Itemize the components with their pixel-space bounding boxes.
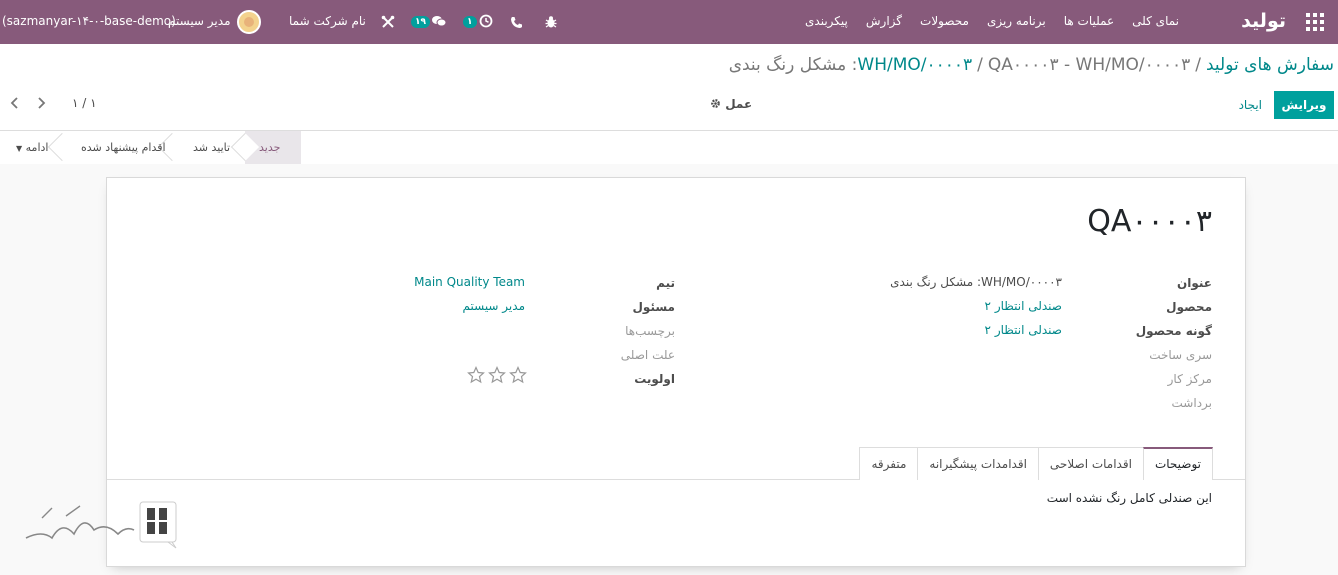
caret-down-icon: ▼ <box>16 144 23 153</box>
company-switcher[interactable]: نام شرکت شما <box>289 0 366 44</box>
apps-grid-icon[interactable] <box>1306 13 1324 31</box>
pager-prev-icon[interactable] <box>10 97 22 111</box>
field-label-product: محصول <box>1166 300 1212 314</box>
avatar[interactable] <box>237 0 261 44</box>
messaging-menu[interactable]: ۱۹ <box>411 0 447 44</box>
breadcrumb-root[interactable]: سفارش های تولید <box>1206 55 1334 75</box>
action-menu[interactable]: عمل <box>710 97 752 111</box>
menu-item-overview[interactable]: نمای کلی <box>1123 0 1188 44</box>
stage-more-label: ادامه <box>25 141 49 154</box>
breadcrumb-separator: / <box>1195 55 1201 75</box>
breadcrumb-parent[interactable]: WH/MO/۰۰۰۰۳ <box>857 55 972 75</box>
stage-action-proposed[interactable]: اقدام پیشنهاد شده <box>81 131 166 164</box>
notebook-tabs: توضیحات اقدامات اصلاحی اقدامدات پیشگیران… <box>859 447 1213 480</box>
field-label-responsible: مسئول <box>632 300 675 314</box>
field-value-team[interactable]: Main Quality Team <box>414 275 525 289</box>
stage-confirmed[interactable]: تایید شد <box>193 131 230 164</box>
status-bar: جدید تایید شد اقدام پیشنهاد شده ▼ ادامه <box>0 131 1338 164</box>
clock-icon <box>479 14 493 31</box>
create-button[interactable]: ایجاد <box>1239 91 1262 119</box>
phone-icon[interactable] <box>510 0 523 44</box>
field-label-lot: سری ساخت <box>1149 348 1212 362</box>
top-navbar: تولید نمای کلی عملیات ها برنامه ریزی محص… <box>0 0 1338 44</box>
field-value-product-variant[interactable]: صندلی انتظار ۲ <box>985 323 1062 337</box>
field-label-workcenter: مرکز کار <box>1167 372 1212 386</box>
stage-arrow <box>47 132 77 162</box>
stage-more-dropdown[interactable]: ▼ ادامه <box>16 131 48 164</box>
menu-item-configuration[interactable]: پیکربندی <box>796 0 857 44</box>
edit-button[interactable]: ویرایش <box>1274 91 1334 119</box>
tab-description[interactable]: توضیحات <box>1142 447 1213 480</box>
field-label-priority: اولویت <box>634 372 675 386</box>
watermark-logo-icon <box>22 500 182 550</box>
user-avatar-icon <box>237 10 261 34</box>
field-value-product[interactable]: صندلی انتظار ۲ <box>985 299 1062 313</box>
breadcrumb: سفارش های تولید/WH/MO/۰۰۰۰۳/QA۰۰۰۰۳ - WH… <box>729 55 1334 75</box>
tab-preventive-actions[interactable]: اقدامدات پیشگیرانه <box>917 447 1039 480</box>
action-menu-label: عمل <box>725 97 753 111</box>
database-name: (sazmanyar-۱۴-۰-base-demo) <box>2 14 176 28</box>
menu-item-products[interactable]: محصولات <box>911 0 978 44</box>
gear-icon <box>710 97 725 111</box>
form-sheet: QA۰۰۰۰۳ عنوان WH/MO/۰۰۰۰۳: مشکل رنگ بندی… <box>106 177 1246 567</box>
field-label-picking: برداشت <box>1171 396 1212 410</box>
field-value-responsible[interactable]: مدیر سیستم <box>463 299 526 313</box>
activity-menu[interactable]: ۱ <box>463 0 493 44</box>
field-label-title: عنوان <box>1177 276 1212 290</box>
menu-item-operations[interactable]: عملیات ها <box>1055 0 1123 44</box>
field-value-title[interactable]: WH/MO/۰۰۰۰۳: مشکل رنگ بندی <box>890 275 1062 289</box>
tab-corrective-actions[interactable]: اقدامات اصلاحی <box>1037 447 1144 480</box>
user-menu[interactable]: مدیر سیستم <box>168 0 231 44</box>
record-title: QA۰۰۰۰۳ <box>1087 204 1212 239</box>
tab-misc[interactable]: متفرقه <box>859 447 919 480</box>
activity-count-badge: ۱ <box>463 16 477 28</box>
menu-item-planning[interactable]: برنامه ریزی <box>978 0 1055 44</box>
star-icon[interactable] <box>509 366 527 387</box>
star-icon[interactable] <box>488 366 506 387</box>
chat-count-badge: ۱۹ <box>411 16 430 28</box>
app-brand[interactable]: تولید <box>1241 0 1286 44</box>
priority-stars <box>467 366 527 387</box>
star-icon[interactable] <box>467 366 485 387</box>
main-menu: نمای کلی عملیات ها برنامه ریزی محصولات گ… <box>796 0 1188 44</box>
field-label-product-variant: گونه محصول <box>1135 324 1212 338</box>
tools-icon[interactable] <box>381 0 395 44</box>
debug-bug-icon[interactable] <box>544 0 558 44</box>
menu-item-reporting[interactable]: گزارش <box>857 0 911 44</box>
description-text[interactable]: این صندلی کامل رنگ نشده است <box>1047 491 1212 505</box>
breadcrumb-separator: / <box>977 55 983 75</box>
field-label-root-cause: علت اصلی <box>620 348 675 362</box>
field-label-tags: برچسب‌ها <box>625 324 675 338</box>
pager-value[interactable]: ۱ / ۱ <box>72 96 97 110</box>
chat-bubbles-icon <box>431 14 447 31</box>
field-label-team: تیم <box>656 276 675 290</box>
pager-next-icon[interactable] <box>36 97 48 111</box>
